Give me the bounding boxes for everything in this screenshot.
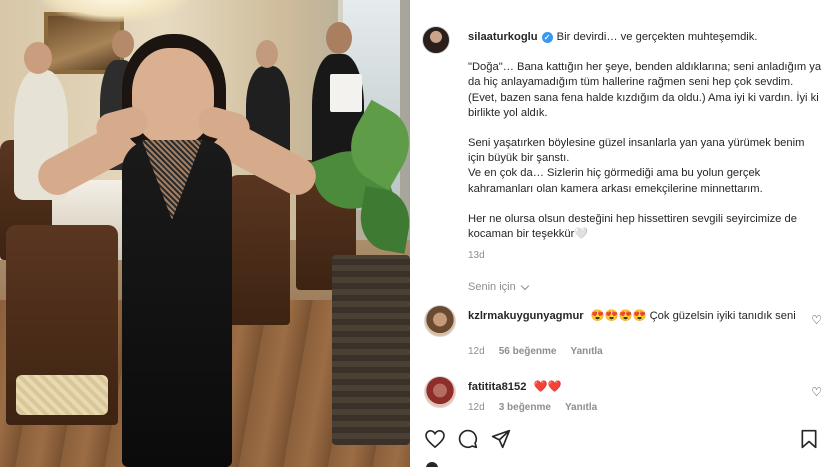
chevron-down-icon: [520, 281, 529, 290]
comment-meta: 12d 56 beğenme Yanıtla: [468, 346, 603, 357]
commenter-avatar[interactable]: [424, 305, 456, 337]
comment-sort-label: Senin için: [468, 281, 516, 293]
photo-paper: [330, 74, 362, 112]
comment-text: 😍😍😍😍 Çok güzelsin iyiki tanıdık seni: [590, 310, 796, 322]
photo-plant-pot: [332, 255, 410, 445]
comment-time: 12d: [468, 346, 485, 357]
caption-lead: Bir devirdi… ve gerçekten muhteşemdik.: [556, 31, 758, 43]
caption-paragraph: Her ne olursa olsun desteğini hep hisset…: [468, 212, 801, 241]
reply-button[interactable]: Yanıtla: [571, 346, 603, 357]
post-caption: silaaturkoglu ✓ Bir devirdi… ve gerçekte…: [468, 30, 824, 242]
comment-item: fatitita8152 ❤️❤️: [468, 380, 808, 395]
photo-chair: [228, 175, 290, 325]
send-icon[interactable]: [490, 428, 512, 450]
verified-badge-icon: ✓: [541, 32, 553, 44]
author-avatar[interactable]: [422, 26, 450, 54]
photo-person-head: [24, 42, 52, 74]
comment-sort-toggle[interactable]: Senin için: [468, 281, 529, 293]
post-photo[interactable]: [0, 0, 410, 467]
photo-chair: [6, 225, 118, 425]
comment-text: ❤️❤️: [533, 381, 562, 393]
photo-person-head: [256, 40, 278, 68]
comment-meta: 12d 3 beğenme Yanıtla: [468, 402, 597, 413]
comment-username[interactable]: kzlrmakuygunyagmur: [468, 310, 584, 322]
like-avatar-stub: [426, 462, 438, 467]
photo-person-head: [112, 30, 134, 58]
post-panel: silaaturkoglu ✓ Bir devirdi… ve gerçekte…: [410, 0, 830, 467]
reply-button[interactable]: Yanıtla: [565, 402, 597, 413]
comment-icon[interactable]: [457, 428, 479, 450]
caption-paragraph: Seni yaşatırken böylesine güzel insanlar…: [468, 137, 805, 195]
comment-item: kzlrmakuygunyagmur 😍😍😍😍 Çok güzelsin iyi…: [468, 309, 808, 324]
heart-icon[interactable]: [424, 428, 446, 450]
heart-outline-icon[interactable]: ♡: [811, 385, 822, 399]
post-actions: [424, 428, 820, 454]
post-time: 13d: [468, 250, 485, 261]
bookmark-icon[interactable]: [798, 428, 820, 450]
comment-likes[interactable]: 3 beğenme: [499, 402, 551, 413]
author-username[interactable]: silaaturkoglu: [468, 30, 538, 45]
heart-outline-icon[interactable]: ♡: [811, 313, 822, 327]
commenter-avatar[interactable]: [424, 376, 456, 408]
comment-time: 12d: [468, 402, 485, 413]
comment-likes[interactable]: 56 beğenme: [499, 346, 557, 357]
photo-person-head: [326, 22, 352, 54]
comment-username[interactable]: fatitita8152: [468, 381, 526, 393]
caption-paragraph: "Doğa"… Bana kattığın her şeye, benden a…: [468, 61, 825, 119]
photo-chandelier: [40, 0, 190, 22]
